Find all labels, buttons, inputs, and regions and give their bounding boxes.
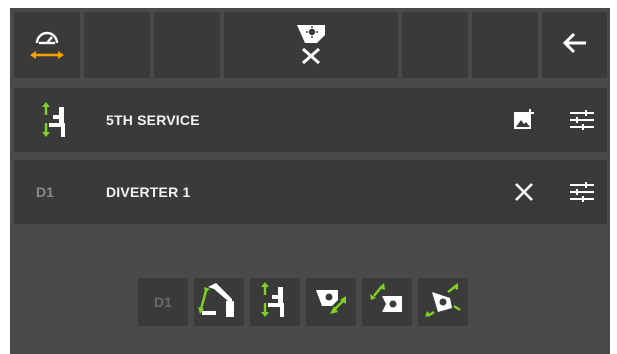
- boom-arm-icon: [198, 281, 240, 324]
- bucket-swivel-icon: [424, 282, 462, 323]
- toolbar-empty-slot-3[interactable]: [402, 12, 468, 78]
- speed-mode-button[interactable]: [14, 12, 80, 78]
- option-bucket-tilt[interactable]: [306, 278, 356, 326]
- bucket-cancel-button[interactable]: [224, 12, 398, 78]
- diverter-options-panel: D1: [14, 228, 607, 354]
- fifth-service-icon: [34, 88, 78, 152]
- diverter-settings-icon[interactable]: [562, 160, 602, 224]
- speed-horizontal-icon: [27, 23, 67, 68]
- image-add-icon[interactable]: [504, 88, 544, 152]
- fifth-service-settings-icon[interactable]: [562, 88, 602, 152]
- bucket-tilt-icon: [312, 282, 350, 323]
- fifth-service-row[interactable]: 5TH SERVICE: [14, 88, 607, 152]
- diverter-tag: D1: [36, 184, 54, 200]
- back-arrow-icon: [560, 28, 590, 63]
- diverter-row[interactable]: D1 DIVERTER 1: [14, 160, 607, 224]
- back-button[interactable]: [542, 12, 607, 78]
- close-icon[interactable]: [504, 160, 544, 224]
- bucket-rotate-icon: [368, 282, 406, 323]
- option-bucket-rotate[interactable]: [362, 278, 412, 326]
- option-d1[interactable]: D1: [138, 278, 188, 326]
- toolbar-empty-slot-4[interactable]: [472, 12, 538, 78]
- bucket-cancel-icon: [291, 21, 331, 70]
- option-boom-arm[interactable]: [194, 278, 244, 326]
- fifth-service-label: 5TH SERVICE: [106, 112, 200, 128]
- option-bucket-swivel[interactable]: [418, 278, 468, 326]
- toolbar-empty-slot-2[interactable]: [154, 12, 220, 78]
- fifth-service-icon: [258, 281, 292, 324]
- option-fifth-service[interactable]: [250, 278, 300, 326]
- diverter-label: DIVERTER 1: [106, 184, 191, 200]
- app-frame: 5TH SERVICE D1 DIVERTER 1 D1: [10, 8, 610, 354]
- toolbar-empty-slot-1[interactable]: [84, 12, 150, 78]
